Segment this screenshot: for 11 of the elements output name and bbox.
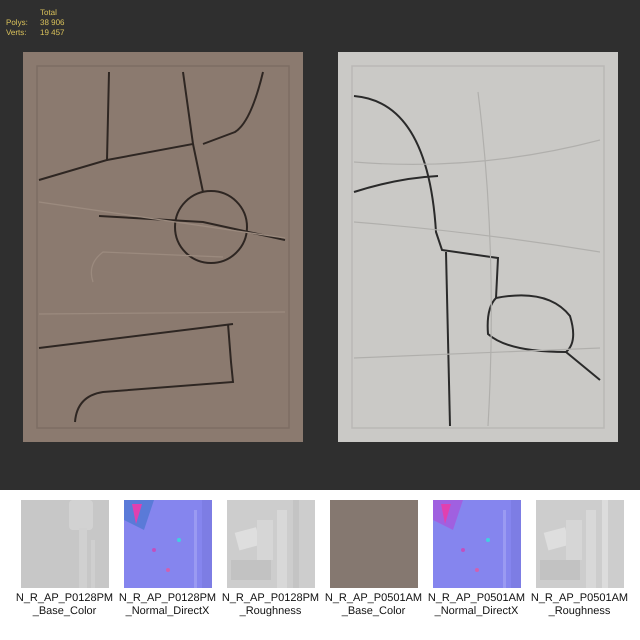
stat-value: 19 457: [40, 28, 64, 38]
texture-name: N_R_AP_P0501AM_Roughness: [530, 592, 630, 618]
texture-name: N_R_AP_P0128PM_Normal_DirectX: [118, 592, 218, 618]
texture-name: N_R_AP_P0501AM_Base_Color: [324, 592, 424, 618]
stat-label: Verts:: [6, 28, 28, 38]
stat-value: 38 906: [40, 18, 64, 28]
texture-name: N_R_AP_P0128PM_Base_Color: [14, 592, 114, 618]
texture-name: N_R_AP_P0128PM_Roughness: [220, 592, 320, 618]
texture-name: N_R_AP_P0501AM_Normal_DirectX: [426, 592, 526, 618]
stat-label: Polys:: [6, 18, 29, 28]
stats-heading: Total: [40, 8, 58, 18]
